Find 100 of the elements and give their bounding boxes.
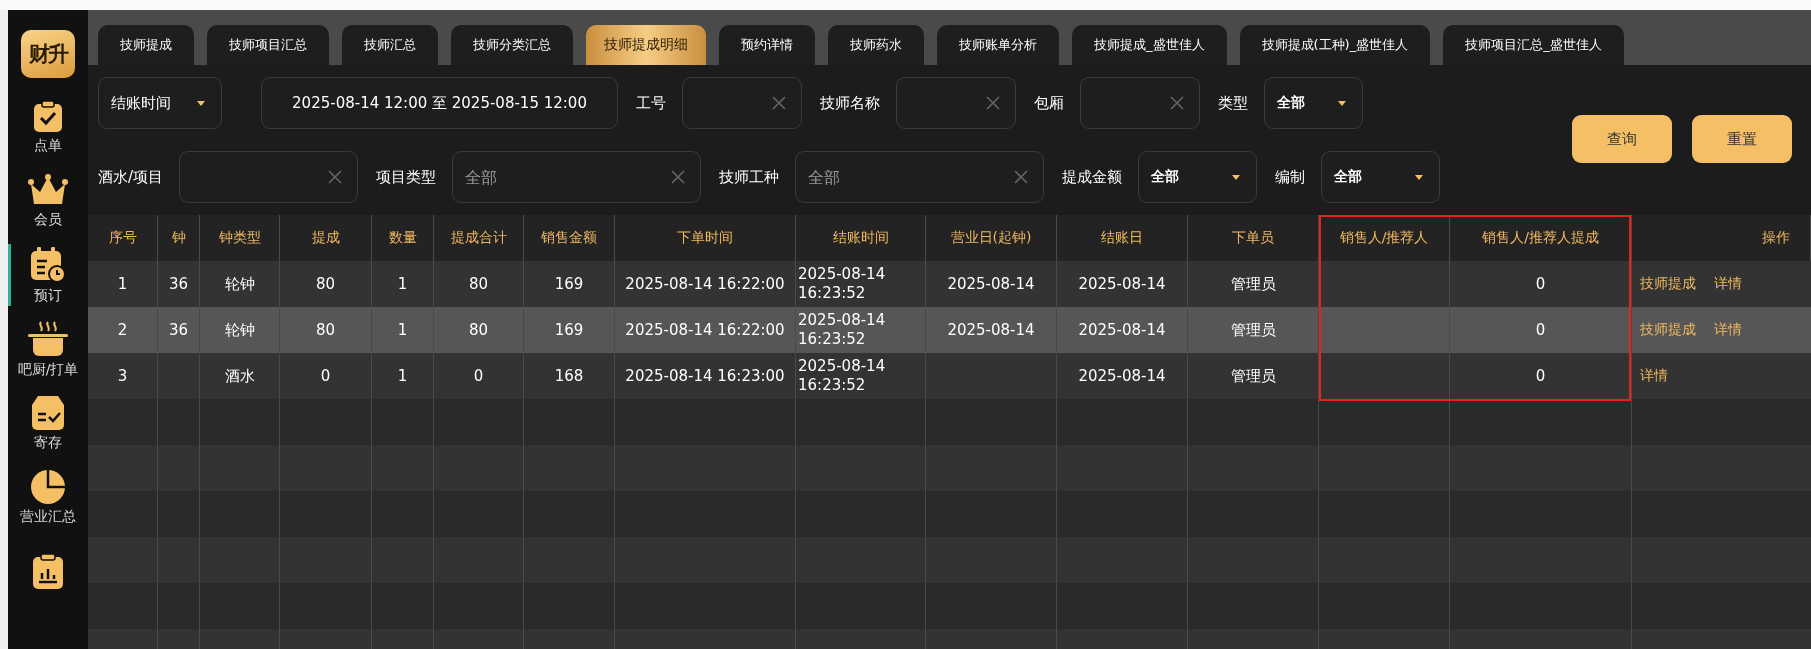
tab[interactable]: 技师提成(工种)_盛世佳人 <box>1239 25 1431 65</box>
dropdown-caret-icon[interactable] <box>197 100 205 106</box>
selected-indicator <box>8 244 11 306</box>
calendar-clock-icon <box>29 245 67 284</box>
clear-icon[interactable] <box>1014 170 1029 184</box>
table-cell-text: 2025-08-14 16:23:52 <box>798 265 887 303</box>
table-cell: 0 <box>1535 366 1546 386</box>
dropdown-caret-icon[interactable] <box>1338 100 1346 106</box>
sidebar-label: 点单 <box>34 136 62 155</box>
column-header: 下单时间 <box>677 229 733 247</box>
column-header: 结账日 <box>1101 229 1143 247</box>
table-cell: 2025-08-14 <box>947 320 1035 340</box>
sidebar-label: 预订 <box>34 286 62 305</box>
clear-icon[interactable] <box>986 96 1000 110</box>
clear-icon[interactable] <box>671 170 686 184</box>
dropdown-caret-icon[interactable] <box>1232 174 1241 180</box>
sidebar-item[interactable]: 会员 <box>8 164 88 238</box>
table-cell: 1 <box>397 320 408 340</box>
clear-icon[interactable] <box>1170 96 1184 110</box>
table-cell: 36 <box>168 274 189 294</box>
column-header: 销售人/推荐人 <box>1339 229 1429 247</box>
dropdown-caret-icon[interactable] <box>1415 174 1424 180</box>
row-link[interactable]: 技师提成 <box>1640 275 1696 293</box>
sidebar-item[interactable]: 吧厨/打单 <box>8 312 88 386</box>
dropdown[interactable]: 结账时间 <box>98 77 222 129</box>
table-cell: 169 <box>554 320 584 340</box>
table-cell: 轮钟 <box>224 274 255 294</box>
table-cell: 1 <box>397 274 408 294</box>
tab[interactable]: 技师提成明细 <box>586 25 706 65</box>
column-header: 下单员 <box>1232 229 1274 247</box>
filter-label: 包厢 <box>1034 93 1064 113</box>
table-cell: 2025-08-14 <box>1078 320 1166 340</box>
tab[interactable]: 技师项目汇总 <box>207 25 329 65</box>
dropdown[interactable]: 全部 <box>1138 151 1258 203</box>
filter-label: 技师名称 <box>820 93 880 113</box>
table-cell: 轮钟 <box>224 320 255 340</box>
table-cell-text: 2025-08-14 16:23:52 <box>798 357 887 395</box>
tab[interactable]: 技师提成 <box>98 25 194 65</box>
filter-label: 酒水/项目 <box>98 167 164 187</box>
column-header: 提成合计 <box>450 229 507 247</box>
column-header: 数量 <box>388 229 417 247</box>
table-cell: 2025-08-14 <box>1078 366 1166 386</box>
tab[interactable]: 技师提成_盛世佳人 <box>1072 25 1227 65</box>
tab[interactable]: 技师药水 <box>828 25 924 65</box>
filter-label: 项目类型 <box>376 167 437 187</box>
sidebar-item[interactable]: 点单 <box>8 90 88 164</box>
column-header: 提成 <box>311 229 340 247</box>
table-cell: 管理员 <box>1230 274 1276 294</box>
sidebar-label: 营业汇总 <box>20 507 76 526</box>
sidebar-item[interactable]: 预订 <box>8 238 88 312</box>
clipboard-check-icon <box>31 99 65 134</box>
action-button[interactable]: 查询 <box>1572 115 1672 163</box>
table-cell: 80 <box>468 274 489 294</box>
table-cell: 2025-08-14 16:22:00 <box>625 320 785 340</box>
input-field[interactable] <box>896 77 1016 129</box>
row-link[interactable]: 详情 <box>1640 367 1668 385</box>
sidebar-label: 寄存 <box>34 433 62 452</box>
input-field[interactable] <box>179 151 359 203</box>
table-cell: 80 <box>315 274 336 294</box>
action-button[interactable]: 重置 <box>1692 115 1792 163</box>
input-field[interactable] <box>1080 77 1200 129</box>
tab[interactable]: 预约详情 <box>719 25 815 65</box>
tab[interactable]: 技师项目汇总_盛世佳人 <box>1443 25 1624 65</box>
table-cell: 3 <box>117 366 128 386</box>
table-cell: 0 <box>1535 320 1546 340</box>
table-cell: 2025-08-14 16:23:00 <box>625 366 785 386</box>
input-field[interactable] <box>682 77 802 129</box>
table-cell: 2 <box>117 320 128 340</box>
dropdown[interactable]: 全部 <box>1321 151 1441 203</box>
table-cell: 管理员 <box>1230 366 1276 386</box>
tab[interactable]: 技师账单分析 <box>937 25 1059 65</box>
clear-icon[interactable] <box>328 170 343 184</box>
table-cell: 0 <box>1535 274 1546 294</box>
input-field[interactable]: 全部 <box>452 151 702 203</box>
row-link[interactable]: 详情 <box>1714 321 1742 339</box>
sidebar-label: 会员 <box>34 210 62 229</box>
dropdown[interactable]: 全部 <box>1264 77 1363 129</box>
filter-label: 类型 <box>1218 93 1248 113</box>
filter-label: 技师工种 <box>719 167 780 187</box>
table-cell: 1 <box>117 274 128 294</box>
tab[interactable]: 技师分类汇总 <box>451 25 573 65</box>
row-link[interactable]: 技师提成 <box>1640 321 1696 339</box>
table-cell: 2025-08-14 <box>947 274 1035 294</box>
clear-icon[interactable] <box>772 96 786 110</box>
table-cell-text: 2025-08-14 16:23:52 <box>798 311 887 349</box>
column-header: 销售金额 <box>541 229 597 247</box>
sidebar-item[interactable]: 寄存 <box>8 386 88 460</box>
filter-label: 提成金额 <box>1062 167 1123 187</box>
table-cell: 1 <box>397 366 408 386</box>
table-cell: 168 <box>554 366 584 386</box>
report-chart-icon <box>31 553 65 589</box>
column-header: 结账时间 <box>832 229 889 247</box>
date-range-field[interactable]: 2025-08-14 12:00 至 2025-08-15 12:00 <box>261 77 618 129</box>
row-link[interactable]: 详情 <box>1714 275 1742 293</box>
sidebar-item[interactable]: 营业汇总 <box>8 460 88 534</box>
tab[interactable]: 技师汇总 <box>342 25 438 65</box>
input-field[interactable]: 全部 <box>795 151 1045 203</box>
column-header: 序号 <box>108 229 137 247</box>
table-cell: 管理员 <box>1230 320 1276 340</box>
sidebar-label: 吧厨/打单 <box>17 360 79 379</box>
